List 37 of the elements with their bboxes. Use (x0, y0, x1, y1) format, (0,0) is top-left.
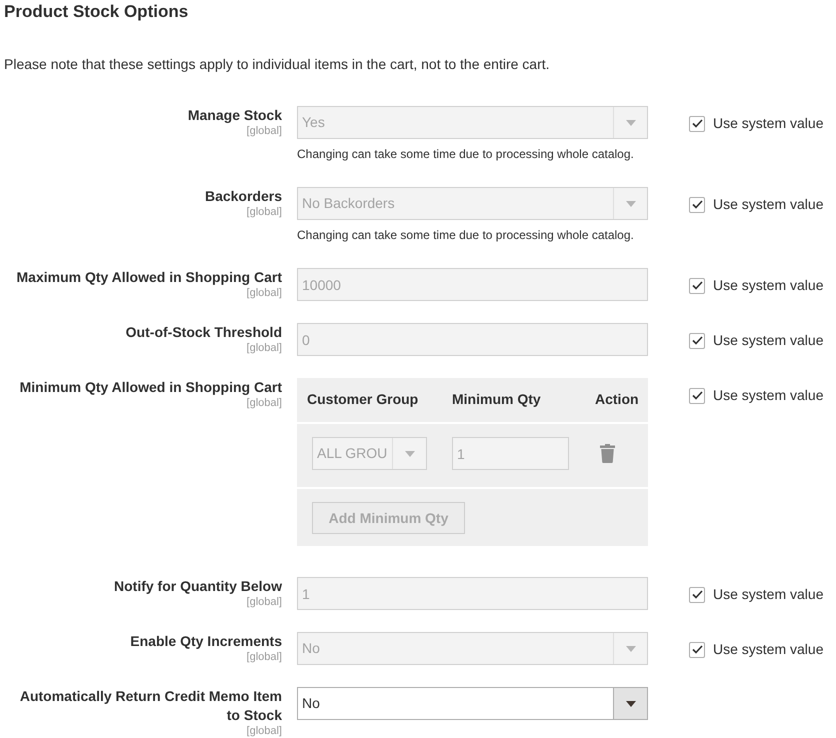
field-hint: Changing can take some time due to processing whole catalog. (297, 228, 634, 242)
caret-icon (404, 450, 414, 456)
checkmark-icon (692, 645, 702, 654)
trash-icon[interactable] (600, 444, 615, 463)
scope-label: [global] (246, 596, 282, 608)
scope-label: [global] (246, 342, 282, 354)
column-header: Customer Group (307, 391, 418, 407)
field-label: Backorders (204, 187, 282, 206)
scope-label: [global] (246, 397, 282, 409)
scope-label: [global] (246, 125, 282, 137)
field-label: Maximum Qty Allowed in Shopping Cart (16, 268, 282, 287)
field-hint: Changing can take some time due to processing whole catalog. (297, 147, 634, 161)
checkmark-icon (692, 336, 702, 345)
dropdown[interactable]: No (297, 687, 648, 720)
checkmark-icon (692, 119, 702, 128)
checkmark-icon (692, 590, 702, 599)
field-label: Notify for Quantity Below (114, 577, 282, 596)
field-label: Minimum Qty Allowed in Shopping Cart (20, 378, 282, 397)
caret-icon (626, 120, 636, 126)
section-title: Product Stock Options (4, 1, 188, 23)
section-note: Please note that these settings apply to individual items in the cart, not to the entire cart. (4, 55, 550, 74)
field-label: Out-of-Stock Threshold (126, 323, 282, 342)
scope-label: [global] (246, 206, 282, 218)
checkmark-icon (692, 391, 702, 400)
scope-label: [global] (246, 287, 282, 299)
field-label: Automatically Return Credit Memo Item to Stock (18, 687, 282, 725)
checkmark-icon (692, 200, 702, 209)
checkmark-icon (692, 281, 702, 290)
caret-icon (626, 700, 636, 706)
scope-label: [global] (246, 725, 282, 737)
column-header: Action (595, 391, 639, 407)
field-label: Enable Qty Increments (130, 632, 282, 651)
caret-icon (626, 200, 636, 206)
caret-icon (626, 646, 636, 652)
scope-label: [global] (246, 651, 282, 663)
field-label: Manage Stock (188, 106, 282, 125)
column-header: Minimum Qty (452, 391, 541, 407)
